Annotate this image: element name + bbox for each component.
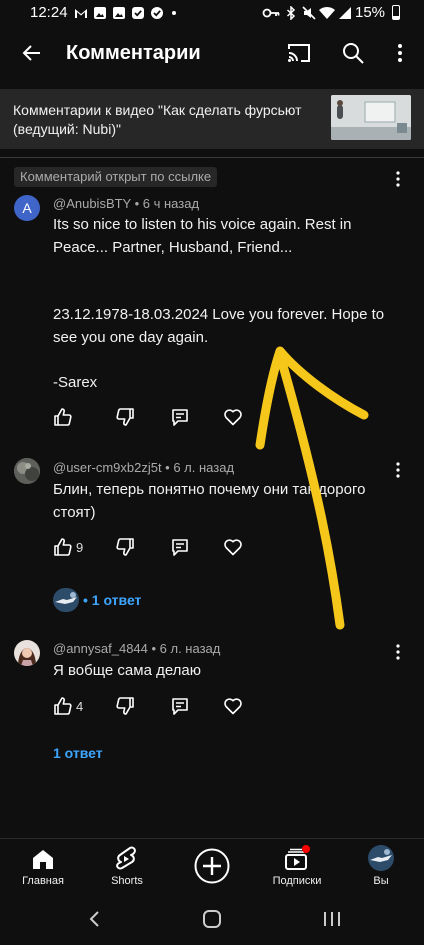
like-icon[interactable] — [53, 696, 73, 716]
reply-author-avatar[interactable] — [53, 588, 79, 612]
nav-label-you[interactable]: Вы — [341, 875, 421, 887]
like-icon[interactable] — [53, 407, 73, 427]
gallery-icon — [93, 6, 107, 20]
mute-icon — [302, 6, 316, 20]
replies-link[interactable]: 1 ответ — [53, 745, 103, 761]
reply-icon[interactable] — [170, 407, 190, 427]
more-vert-icon[interactable] — [390, 42, 410, 64]
nav-label-home[interactable]: Главная — [3, 875, 83, 887]
search-icon[interactable] — [341, 41, 365, 65]
like-icon[interactable] — [53, 537, 73, 557]
avatar[interactable]: A — [14, 195, 40, 221]
key-icon — [262, 6, 280, 20]
profile-avatar-icon[interactable] — [368, 845, 394, 871]
check-circle-icon — [131, 6, 145, 20]
like-count: 4 — [76, 699, 84, 714]
replies-link[interactable]: • 1 ответ — [83, 592, 141, 608]
more-vert-icon[interactable] — [389, 170, 407, 188]
wifi-icon — [318, 6, 336, 20]
avatar[interactable] — [14, 458, 40, 484]
heart-icon[interactable] — [223, 407, 243, 427]
reply-icon[interactable] — [170, 696, 190, 716]
avatar[interactable] — [14, 640, 40, 666]
comment-text: Блин, теперь понятно почему они так доро… — [53, 481, 370, 521]
heart-icon[interactable] — [223, 537, 243, 557]
signal-icon — [338, 6, 352, 20]
more-vert-icon[interactable] — [389, 461, 407, 479]
check-circle-icon — [150, 6, 164, 20]
back-arrow-icon[interactable] — [20, 41, 44, 65]
page-title: Комментарии — [66, 42, 201, 64]
dislike-icon[interactable] — [115, 407, 135, 427]
back-chevron-icon[interactable] — [87, 910, 103, 928]
divider — [0, 157, 424, 158]
comment-meta[interactable]: @annysaf_4844 • 6 л. назад — [53, 641, 220, 656]
dislike-icon[interactable] — [115, 696, 135, 716]
video-title[interactable]: Комментарии к видео "Как сделать фурсьют… — [13, 101, 323, 139]
gallery-icon — [112, 6, 126, 20]
comment-meta[interactable]: @user-cm9xb2zj5t • 6 л. назад — [53, 460, 234, 475]
battery-icon — [392, 5, 400, 20]
status-time: 12:24 — [30, 4, 68, 21]
battery-text: 15% — [355, 4, 386, 21]
recent-apps-icon[interactable] — [322, 910, 342, 928]
video-thumbnail[interactable] — [331, 95, 411, 140]
like-count: 9 — [76, 540, 84, 555]
cast-icon[interactable] — [286, 41, 312, 65]
comment-text: Its so nice to listen to his voice again… — [53, 216, 385, 391]
home-icon[interactable] — [31, 848, 55, 870]
more-vert-icon[interactable] — [389, 643, 407, 661]
heart-icon[interactable] — [223, 696, 243, 716]
dislike-icon[interactable] — [115, 537, 135, 557]
comment-meta[interactable]: @AnubisBTY • 6 ч назад — [53, 196, 199, 211]
linked-comment-badge: Комментарий открыт по ссылке — [14, 167, 218, 187]
bluetooth-icon — [284, 6, 298, 20]
nav-label-shorts[interactable]: Shorts — [87, 875, 167, 887]
dot-icon — [172, 11, 176, 15]
home-circle-icon[interactable] — [203, 910, 221, 928]
shorts-icon[interactable] — [115, 846, 137, 872]
reply-icon[interactable] — [170, 537, 190, 557]
create-plus-icon[interactable] — [194, 848, 230, 884]
nav-label-subscriptions[interactable]: Подписки — [257, 875, 337, 887]
comment-text: Я вобще сама делаю — [53, 662, 202, 679]
notification-dot — [302, 845, 310, 853]
gmail-icon — [74, 6, 88, 20]
